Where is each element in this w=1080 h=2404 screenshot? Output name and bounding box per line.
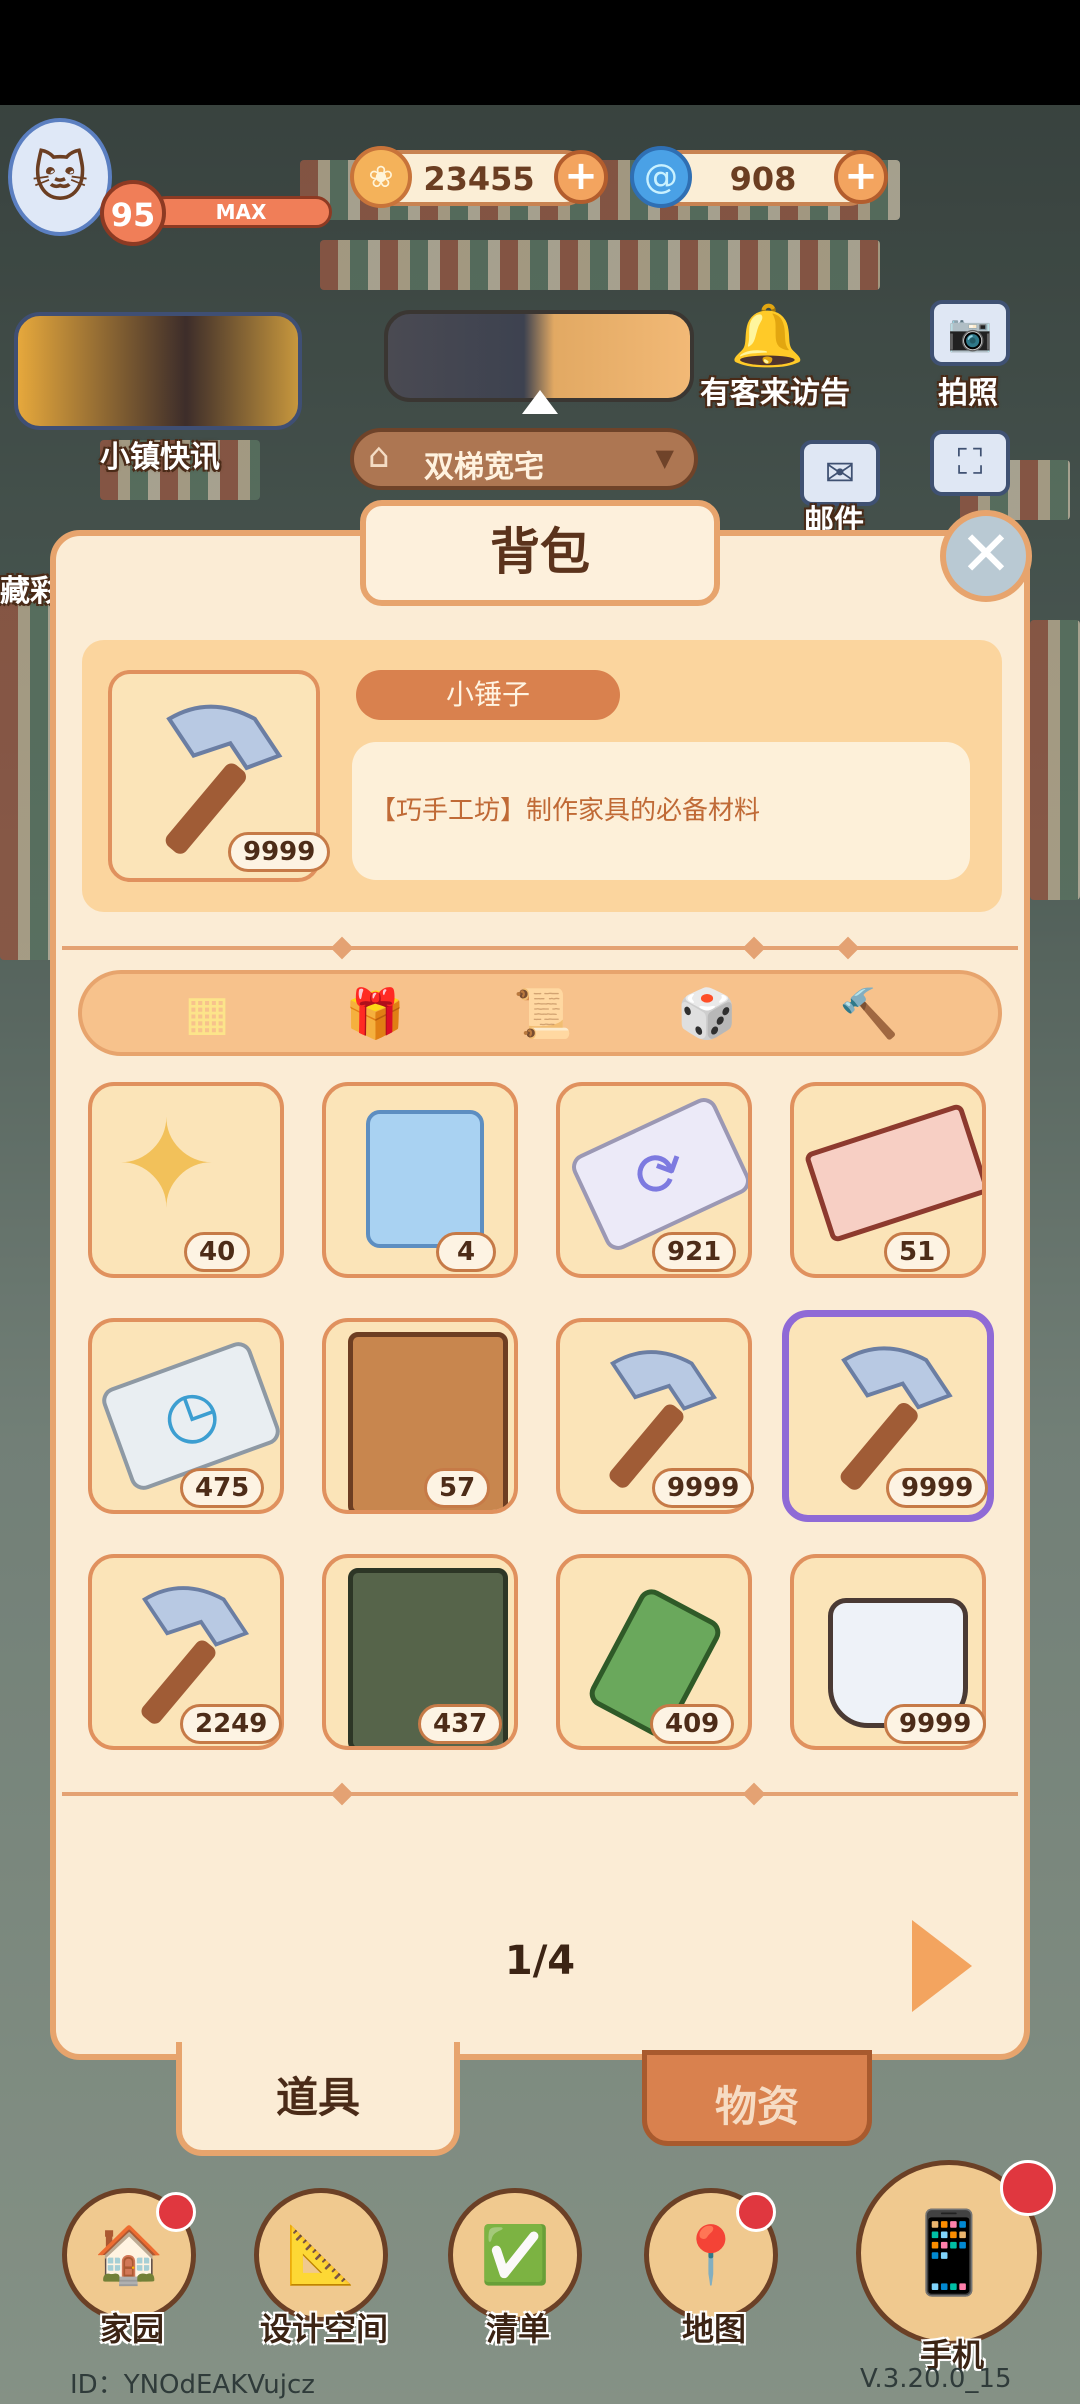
- item-count: 2249: [180, 1704, 283, 1744]
- tab-supplies[interactable]: 物资: [642, 2050, 872, 2146]
- tab-tools[interactable]: 🔨: [826, 978, 912, 1048]
- item-count: 9999: [886, 1468, 989, 1508]
- player-id: ID：YNOdEAKVujcz: [70, 2370, 315, 2400]
- tab-items[interactable]: 道具: [176, 2042, 460, 2156]
- divider: [62, 1792, 1018, 1796]
- room-selector[interactable]: ⌂ 双梯宽宅 ▼: [350, 428, 698, 490]
- selected-item-name: 小锤子: [356, 670, 620, 720]
- refresh-card-icon: ⟳: [567, 1093, 748, 1255]
- close-icon: ✕: [960, 517, 1012, 590]
- home-icon: 🏠: [94, 2223, 164, 2288]
- dice-icon: 🎲: [677, 985, 737, 1042]
- photo-label: 拍照: [938, 376, 998, 411]
- tab-gifts[interactable]: 🎁: [332, 978, 418, 1048]
- frame-icon[interactable]: ⛶: [930, 430, 1010, 496]
- blueprint-bag-icon: [366, 1110, 484, 1248]
- page-indicator: 1/4: [504, 1938, 576, 1984]
- nav-checklist[interactable]: ✅: [448, 2188, 582, 2322]
- tab-blueprints[interactable]: 📜: [500, 978, 586, 1048]
- level-max-label: MAX: [215, 200, 267, 224]
- coin-icon: ❀: [350, 146, 412, 208]
- ticket-icon: [803, 1102, 982, 1244]
- house-icon: ⌂: [368, 436, 390, 476]
- item-count: 40: [184, 1232, 251, 1272]
- phone-icon: 📱: [899, 2206, 999, 2299]
- next-page-button[interactable]: [912, 1920, 972, 2012]
- status-bar: [0, 0, 1080, 105]
- item-count: 475: [180, 1468, 265, 1508]
- event-label: 小镇快讯: [100, 440, 220, 475]
- checklist-icon: ✅: [480, 2223, 550, 2288]
- level-badge: 95: [100, 180, 166, 246]
- nav-checklist-label: 清单: [485, 2310, 550, 2348]
- tab-supplies-label: 物资: [714, 2082, 799, 2131]
- item-count: 921: [652, 1232, 737, 1272]
- item-count: 57: [424, 1468, 491, 1508]
- bell-icon[interactable]: 🔔: [730, 300, 805, 371]
- weather-panel[interactable]: [384, 310, 694, 402]
- bag-title: 背包: [360, 500, 720, 606]
- level-bar: MAX: [150, 196, 332, 228]
- gift-icon: 🎁: [345, 985, 405, 1042]
- star-sparkle-icon: ✦: [116, 1096, 217, 1235]
- camera-icon[interactable]: 📷: [930, 300, 1010, 366]
- design-icon: 📐: [286, 2223, 356, 2288]
- item-count: 9999: [652, 1468, 755, 1508]
- notification-dot: [1000, 2160, 1056, 2216]
- event-banner[interactable]: [14, 312, 302, 430]
- nav-home-label: 家园: [99, 2310, 164, 2348]
- add-coins-button[interactable]: +: [554, 150, 608, 204]
- triangle-up-icon: [522, 390, 558, 414]
- avatar[interactable]: 🐱: [8, 118, 112, 236]
- cat-avatar-icon: 🐱: [31, 145, 89, 209]
- item-count: 9999: [884, 1704, 987, 1744]
- nav-map-label: 地图: [681, 2310, 746, 2348]
- tab-all[interactable]: ▦: [164, 978, 250, 1048]
- selected-item-description: 【巧手工坊】制作家具的必备材料: [352, 742, 970, 880]
- level-number: 95: [110, 196, 156, 234]
- divider: [62, 946, 1018, 950]
- item-count: 4: [436, 1232, 496, 1272]
- hammer-icon: 🔨: [839, 985, 899, 1042]
- item-count: 409: [650, 1704, 735, 1744]
- tab-dice[interactable]: 🎲: [664, 978, 750, 1048]
- add-gems-button[interactable]: +: [834, 150, 888, 204]
- scroll-icon: 📜: [513, 985, 573, 1042]
- grid-icon: ▦: [184, 985, 230, 1041]
- notification-dot: [156, 2192, 196, 2232]
- selected-item-count: 9999: [228, 832, 331, 872]
- nav-design-label: 设计空间: [259, 2310, 388, 2348]
- version-label: V.3.20.0_15: [860, 2364, 1012, 2394]
- map-pin-icon: 📍: [676, 2223, 746, 2288]
- chevron-down-icon: ▼: [655, 444, 674, 472]
- tab-items-label: 道具: [275, 2073, 360, 2122]
- room-name: 双梯宽宅: [424, 450, 544, 485]
- swirl-gem-icon: @: [630, 146, 692, 208]
- nav-design[interactable]: 📐: [254, 2188, 388, 2322]
- close-button[interactable]: ✕: [940, 510, 1032, 602]
- notification-dot: [736, 2192, 776, 2232]
- notice-label: 有客来访告: [700, 376, 850, 411]
- item-count: 437: [418, 1704, 503, 1744]
- item-count: 51: [884, 1232, 951, 1272]
